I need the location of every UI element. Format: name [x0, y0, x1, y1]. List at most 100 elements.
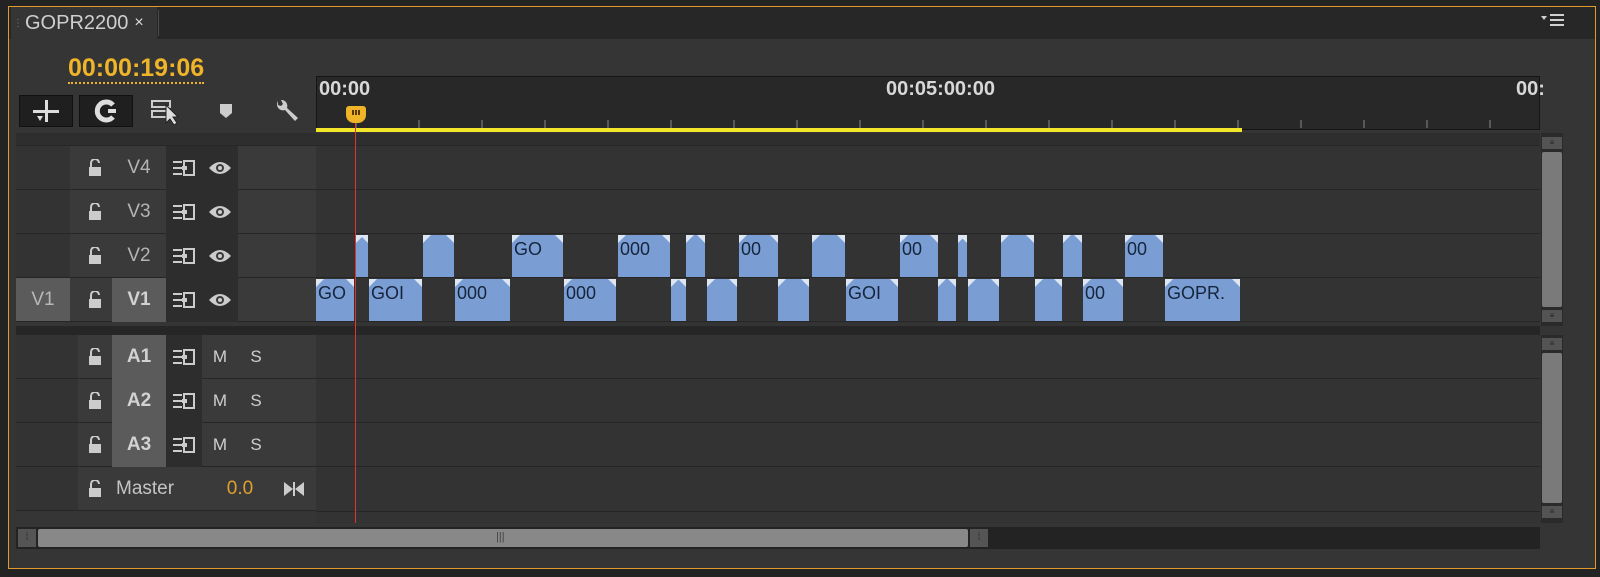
video-track-header-v4: V4: [16, 146, 316, 190]
lock-button[interactable]: [78, 423, 112, 467]
source-patch-v2[interactable]: [16, 234, 70, 277]
lock-icon: [89, 247, 101, 264]
timeline-clip[interactable]: 000: [618, 235, 670, 277]
playhead-handle[interactable]: [346, 106, 366, 123]
video-track-lane-v2[interactable]: GO 000 00 00 00: [316, 234, 1540, 278]
track-name[interactable]: V1: [112, 278, 166, 322]
master-lock-button[interactable]: [78, 467, 112, 511]
sync-lock-button[interactable]: [166, 234, 202, 278]
video-scroll-thumb[interactable]: [1542, 152, 1562, 307]
sequence-tab[interactable]: ⋮ GOPR2200 ×: [11, 7, 157, 39]
timeline-clip[interactable]: GOPR.: [1165, 279, 1240, 321]
source-patch-v4[interactable]: [16, 146, 70, 189]
track-name[interactable]: V3: [112, 190, 166, 234]
sync-lock-icon: [173, 204, 195, 220]
add-marker-button[interactable]: [199, 95, 253, 127]
video-audio-divider[interactable]: [16, 326, 1540, 335]
timeline-clip[interactable]: [1001, 235, 1034, 277]
timeline-clip[interactable]: [938, 279, 956, 321]
timeline-clip[interactable]: [968, 279, 999, 321]
snap-button[interactable]: [79, 95, 133, 127]
timeline-clip[interactable]: [356, 235, 368, 277]
hscroll-right-handle[interactable]: ⁞: [970, 529, 988, 547]
lock-button[interactable]: [78, 335, 112, 379]
toggle-output-button[interactable]: [202, 278, 238, 322]
track-name[interactable]: A3: [112, 423, 166, 467]
sync-lock-button[interactable]: [166, 190, 202, 234]
timeline-clip[interactable]: [958, 235, 967, 277]
timeline-settings-button[interactable]: [259, 95, 313, 127]
source-patch-v1[interactable]: V1: [16, 278, 70, 321]
timeline-clip[interactable]: 000: [455, 279, 510, 321]
timeline-clip[interactable]: [423, 235, 454, 277]
solo-button[interactable]: S: [238, 379, 274, 423]
master-pan-button[interactable]: [276, 467, 312, 511]
timeline-clip[interactable]: GOI: [369, 279, 422, 321]
toggle-output-button[interactable]: [202, 190, 238, 234]
master-volume-value[interactable]: 0.0: [204, 467, 276, 510]
track-name[interactable]: A2: [112, 379, 166, 423]
video-scroll-bottom-handle[interactable]: ≡: [1542, 310, 1562, 322]
timeline-clip[interactable]: [686, 235, 705, 277]
sync-lock-button[interactable]: [166, 146, 202, 190]
sync-lock-button[interactable]: [166, 379, 202, 423]
lock-button[interactable]: [78, 146, 112, 190]
timeline-clip[interactable]: 00: [1083, 279, 1123, 321]
video-scroll-top-handle[interactable]: ≡: [1542, 137, 1562, 149]
mute-button[interactable]: M: [202, 423, 238, 467]
drag-grip-icon[interactable]: ⋮: [13, 18, 23, 29]
sync-lock-button[interactable]: [166, 335, 202, 379]
timeline-clip[interactable]: [707, 279, 737, 321]
track-name[interactable]: V2: [112, 234, 166, 278]
sync-lock-icon: [173, 393, 195, 409]
timeline-clip[interactable]: 00: [739, 235, 778, 277]
timeline-clip[interactable]: GO: [316, 279, 354, 321]
audio-track-lane-a3[interactable]: [316, 423, 1540, 467]
panel-menu-icon[interactable]: [1540, 12, 1566, 33]
audio-scroll-thumb[interactable]: [1542, 353, 1562, 503]
track-name[interactable]: A1: [112, 335, 166, 379]
source-patch-v3[interactable]: [16, 190, 70, 233]
mute-button[interactable]: M: [202, 335, 238, 379]
timeline-clip[interactable]: GOI: [846, 279, 898, 321]
track-name[interactable]: V4: [112, 146, 166, 190]
audio-scroll-bottom-handle[interactable]: ≡: [1542, 506, 1562, 518]
video-track-lane-v4[interactable]: [316, 146, 1540, 190]
video-track-lane-v3[interactable]: [316, 190, 1540, 234]
lock-button[interactable]: [78, 234, 112, 278]
timeline-clip[interactable]: 00: [1125, 235, 1163, 277]
timeline-clip[interactable]: GO: [512, 235, 563, 277]
ruler-label-end: 00:: [1516, 78, 1545, 100]
timeline-clip[interactable]: [671, 279, 686, 321]
hscroll-left-handle[interactable]: ⁞: [18, 529, 36, 547]
lock-icon: [89, 480, 101, 497]
mute-button[interactable]: M: [202, 379, 238, 423]
work-area-bar[interactable]: [316, 128, 1242, 132]
playhead-line[interactable]: [355, 112, 356, 523]
sync-lock-button[interactable]: [166, 423, 202, 467]
timeline-clip[interactable]: [1035, 279, 1062, 321]
playhead-timecode[interactable]: 00:00:19:06: [68, 54, 205, 84]
solo-button[interactable]: S: [238, 335, 274, 379]
timeline-clip[interactable]: 000: [564, 279, 616, 321]
lock-button[interactable]: [78, 379, 112, 423]
timeline-clip[interactable]: [778, 279, 809, 321]
close-icon[interactable]: ×: [134, 14, 143, 32]
audio-track-lane-a1[interactable]: [316, 335, 1540, 379]
video-track-lane-v1[interactable]: GO GOI 000 000 GOI 00 GOPR.: [316, 278, 1540, 322]
toggle-output-button[interactable]: [202, 234, 238, 278]
timeline-clip[interactable]: 00: [900, 235, 938, 277]
insert-edit-button[interactable]: [19, 95, 73, 127]
audio-track-lane-a2[interactable]: [316, 379, 1540, 423]
lock-button[interactable]: [78, 190, 112, 234]
timeline-clip[interactable]: [812, 235, 845, 277]
audio-scroll-top-handle[interactable]: ≡: [1542, 338, 1562, 350]
linked-selection-button[interactable]: [139, 95, 193, 127]
lock-button[interactable]: [78, 278, 112, 322]
timeline-clip[interactable]: [1063, 235, 1082, 277]
master-track-lane[interactable]: [316, 467, 1540, 512]
solo-button[interactable]: S: [238, 423, 274, 467]
toggle-output-button[interactable]: [202, 146, 238, 190]
sync-lock-icon: [173, 160, 195, 176]
sync-lock-button[interactable]: [166, 278, 202, 322]
